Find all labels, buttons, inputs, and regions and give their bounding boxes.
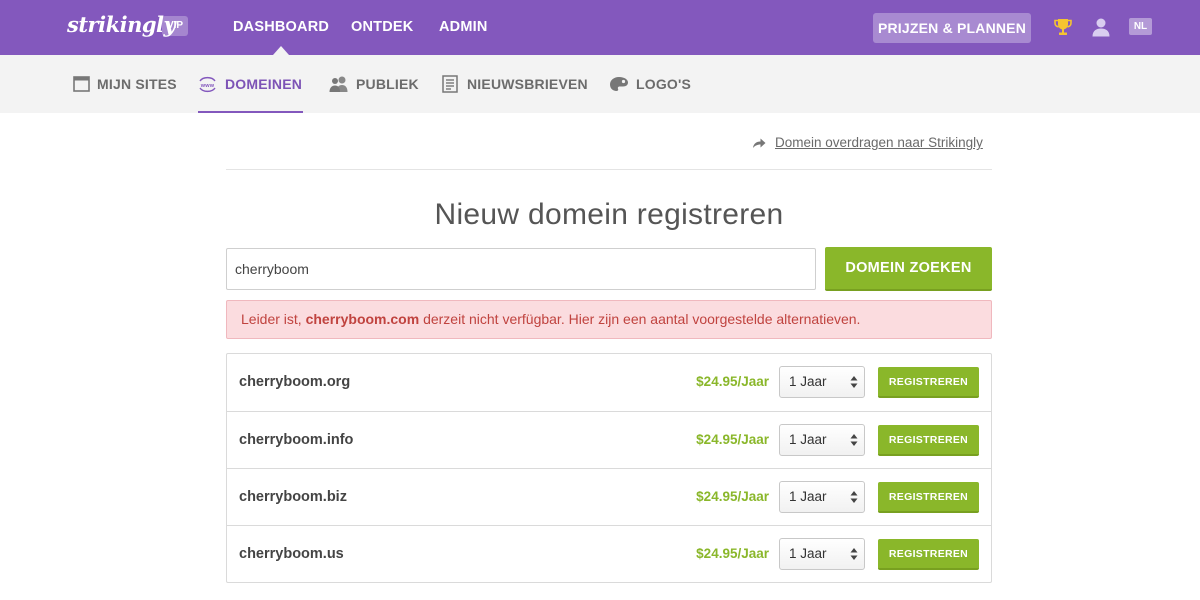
register-button[interactable]: REGISTREREN <box>878 539 979 570</box>
list-item: cherryboom.biz $24.95/Jaar 1 Jaar REGIST… <box>227 468 991 525</box>
register-button[interactable]: REGISTREREN <box>878 482 979 513</box>
domain-name: cherryboom.biz <box>239 489 347 505</box>
nav-dashboard[interactable]: DASHBOARD <box>233 0 329 55</box>
browser-window-icon <box>73 76 90 92</box>
share-arrow-icon <box>753 138 766 148</box>
www-icon: www <box>199 76 216 93</box>
subnav-nieuwsbrieven[interactable]: NIEUWSBRIEVEN <box>442 55 588 113</box>
subnav-domeinen[interactable]: www DOMEINEN <box>198 55 303 113</box>
svg-text:www: www <box>200 83 215 89</box>
term-value: 1 Jaar <box>789 546 827 561</box>
user-icon[interactable] <box>1091 17 1111 37</box>
search-domain-button[interactable]: DOMEIN ZOEKEN <box>825 247 992 291</box>
alert-domain: cherryboom.com <box>305 311 420 327</box>
term-select[interactable]: 1 Jaar <box>779 481 865 513</box>
vip-badge: VIP <box>162 16 188 36</box>
select-arrows-icon <box>850 491 858 503</box>
term-value: 1 Jaar <box>789 489 827 504</box>
palette-icon <box>610 77 628 91</box>
domain-results-list: cherryboom.org $24.95/Jaar 1 Jaar REGIST… <box>226 353 992 583</box>
term-select[interactable]: 1 Jaar <box>779 538 865 570</box>
subnav-label: NIEUWSBRIEVEN <box>467 76 588 92</box>
subnav-label: PUBLIEK <box>356 76 419 92</box>
register-button[interactable]: REGISTREREN <box>878 367 979 398</box>
transfer-domain-label[interactable]: Domein overdragen naar Strikingly <box>775 135 983 150</box>
term-value: 1 Jaar <box>789 432 827 447</box>
domain-price: $24.95/Jaar <box>696 546 769 561</box>
domain-price: $24.95/Jaar <box>696 432 769 447</box>
pricing-plans-button[interactable]: PRIJZEN & PLANNEN <box>873 13 1031 43</box>
term-value: 1 Jaar <box>789 374 827 389</box>
alert-prefix: Leider ist, <box>241 311 306 327</box>
list-item: cherryboom.org $24.95/Jaar 1 Jaar REGIST… <box>227 354 991 411</box>
domain-name: cherryboom.us <box>239 546 344 562</box>
domain-search-input[interactable] <box>226 248 816 290</box>
newsletter-icon <box>442 75 458 93</box>
domain-name: cherryboom.org <box>239 374 351 390</box>
subnav-publiek[interactable]: PUBLIEK <box>329 55 419 113</box>
register-button[interactable]: REGISTREREN <box>878 425 979 456</box>
alert-suffix: derzeit nicht verfügbar. Hier zijn een a… <box>419 311 861 327</box>
language-selector[interactable]: NL <box>1129 18 1152 35</box>
subnav-logos[interactable]: LOGO'S <box>609 55 692 113</box>
people-icon <box>329 76 348 92</box>
select-arrows-icon <box>850 434 858 446</box>
strikingly-logo[interactable]: strikingly <box>67 12 176 37</box>
nav-admin[interactable]: ADMIN <box>439 0 488 55</box>
trophy-icon[interactable] <box>1053 17 1073 37</box>
list-item: cherryboom.us $24.95/Jaar 1 Jaar REGISTR… <box>227 525 991 582</box>
top-bar: strikingly VIP DASHBOARD ONTDEK ADMIN PR… <box>0 0 1200 55</box>
domain-name: cherryboom.info <box>239 432 354 448</box>
sub-navigation: MIJN SITES www DOMEINEN PUBLIEK NIEUWSBR… <box>0 55 1200 113</box>
term-select[interactable]: 1 Jaar <box>779 424 865 456</box>
domain-price: $24.95/Jaar <box>696 489 769 504</box>
nav-ontdek[interactable]: ONTDEK <box>351 0 413 55</box>
domain-price: $24.95/Jaar <box>696 374 769 389</box>
list-item: cherryboom.info $24.95/Jaar 1 Jaar REGIS… <box>227 411 991 468</box>
subnav-label: DOMEINEN <box>225 76 303 92</box>
term-select[interactable]: 1 Jaar <box>779 366 865 398</box>
select-arrows-icon <box>850 376 858 388</box>
unavailable-alert: Leider ist, cherryboom.com derzeit nicht… <box>226 300 992 339</box>
divider <box>226 169 992 170</box>
subnav-label: MIJN SITES <box>97 76 177 92</box>
select-arrows-icon <box>850 548 858 560</box>
subnav-label: LOGO'S <box>636 76 692 92</box>
page-title: Nieuw domein registreren <box>434 198 784 231</box>
subnav-mijn-sites[interactable]: MIJN SITES <box>73 55 177 113</box>
